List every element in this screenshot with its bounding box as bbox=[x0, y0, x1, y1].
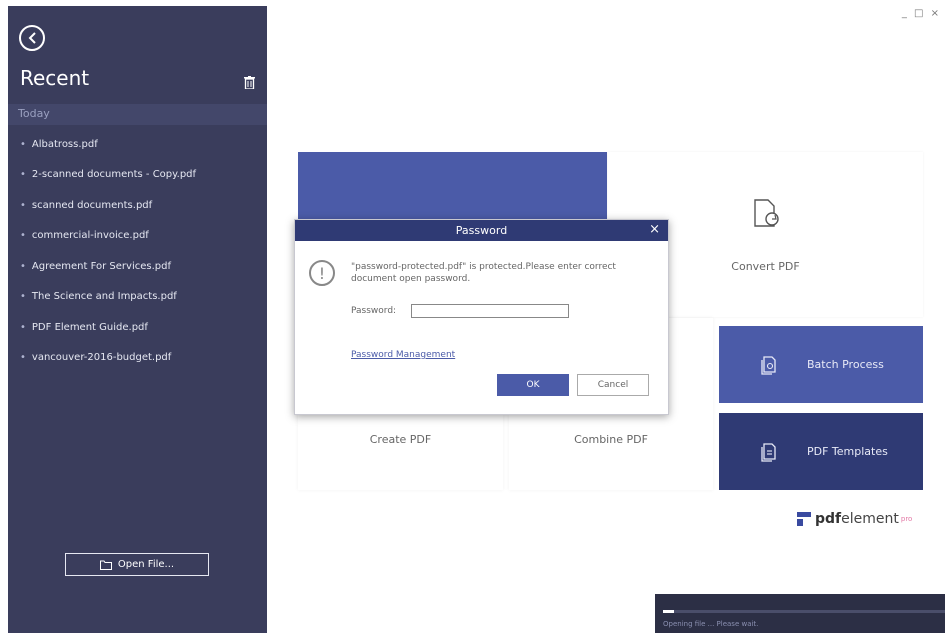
bullet-icon: • bbox=[20, 291, 26, 303]
pdf-templates-icon bbox=[761, 442, 776, 462]
open-file-label: Open File... bbox=[117, 559, 175, 570]
pdfelement-logo: pdf element pro bbox=[797, 511, 912, 527]
warning-icon: ! bbox=[309, 260, 335, 286]
dialog-titlebar: Password × bbox=[295, 220, 668, 241]
recent-file-name: vancouver-2016-budget.pdf bbox=[31, 352, 172, 364]
brand-element-text: element bbox=[841, 511, 899, 527]
pdf-templates-tile[interactable]: PDF Templates bbox=[719, 413, 923, 490]
convert-pdf-label: Convert PDF bbox=[731, 260, 800, 273]
pdf-templates-label: PDF Templates bbox=[807, 445, 888, 458]
recent-file-item[interactable]: • Albatross.pdf bbox=[20, 129, 196, 160]
recent-file-item[interactable]: • vancouver-2016-budget.pdf bbox=[20, 343, 196, 374]
dialog-message: "password-protected.pdf" is protected.Pl… bbox=[351, 262, 616, 284]
recent-file-name: PDF Element Guide.pdf bbox=[31, 321, 148, 333]
trash-icon[interactable] bbox=[244, 76, 255, 89]
bullet-icon: • bbox=[20, 260, 26, 272]
recent-file-item[interactable]: • commercial-invoice.pdf bbox=[20, 221, 196, 252]
progress-track bbox=[663, 610, 945, 613]
create-pdf-label: Create PDF bbox=[369, 432, 432, 446]
recent-file-name: scanned documents.pdf bbox=[31, 199, 153, 211]
loading-progress-panel: Opening file ... Please wait. bbox=[655, 594, 945, 633]
back-button[interactable] bbox=[19, 25, 45, 51]
recent-file-list: • Albatross.pdf • 2-scanned documents - Co… bbox=[20, 129, 196, 373]
progress-status-text: Opening file ... Please wait. bbox=[663, 620, 759, 628]
bullet-icon: • bbox=[20, 199, 26, 211]
combine-pdf-label: Combine PDF bbox=[574, 432, 648, 446]
cancel-button[interactable]: Cancel bbox=[577, 374, 649, 396]
recent-file-name: The Science and Impacts.pdf bbox=[31, 291, 177, 303]
bullet-icon: • bbox=[20, 138, 26, 150]
recent-file-item[interactable]: • Agreement For Services.pdf bbox=[20, 251, 196, 282]
close-icon[interactable]: × bbox=[649, 222, 660, 237]
recent-file-item[interactable]: • 2-scanned documents - Copy.pdf bbox=[20, 160, 196, 191]
ok-button[interactable]: OK bbox=[497, 374, 569, 396]
recent-file-name: 2-scanned documents - Copy.pdf bbox=[31, 169, 197, 181]
password-dialog: Password × ! "password-protected.pdf" is… bbox=[294, 219, 669, 415]
pdfelement-logo-icon bbox=[797, 512, 811, 526]
brand-pdf-text: pdf bbox=[815, 511, 842, 527]
window-controls[interactable]: _ □ × bbox=[902, 8, 941, 19]
recent-file-item[interactable]: • The Science and Impacts.pdf bbox=[20, 282, 196, 313]
brand-pro-badge: pro bbox=[900, 515, 913, 523]
recent-file-name: commercial-invoice.pdf bbox=[31, 230, 149, 242]
bullet-icon: • bbox=[20, 352, 26, 364]
dialog-title: Password bbox=[455, 224, 508, 237]
bullet-icon: • bbox=[20, 230, 26, 242]
password-input[interactable] bbox=[411, 304, 569, 318]
bullet-icon: • bbox=[20, 169, 26, 181]
batch-process-label: Batch Process bbox=[807, 358, 884, 371]
today-section-header: Today bbox=[8, 104, 267, 125]
password-management-link[interactable]: Password Management bbox=[351, 350, 455, 360]
batch-process-icon bbox=[761, 355, 776, 375]
back-arrow-icon bbox=[28, 32, 36, 44]
convert-document-icon bbox=[753, 199, 779, 227]
progress-fill bbox=[663, 610, 675, 613]
open-file-button[interactable]: Open File... bbox=[65, 553, 209, 576]
recent-file-item[interactable]: • scanned documents.pdf bbox=[20, 190, 196, 221]
batch-process-tile[interactable]: Batch Process bbox=[719, 326, 923, 403]
recent-sidebar: Recent Today • Albatross.pdf • 2-scanned d… bbox=[8, 6, 267, 633]
recent-file-name: Albatross.pdf bbox=[31, 138, 98, 150]
recent-title: Recent bbox=[20, 66, 90, 90]
recent-file-name: Agreement For Services.pdf bbox=[31, 260, 171, 272]
password-label: Password: bbox=[351, 306, 397, 316]
folder-icon bbox=[99, 560, 112, 570]
recent-file-item[interactable]: • PDF Element Guide.pdf bbox=[20, 312, 196, 343]
bullet-icon: • bbox=[20, 321, 26, 333]
